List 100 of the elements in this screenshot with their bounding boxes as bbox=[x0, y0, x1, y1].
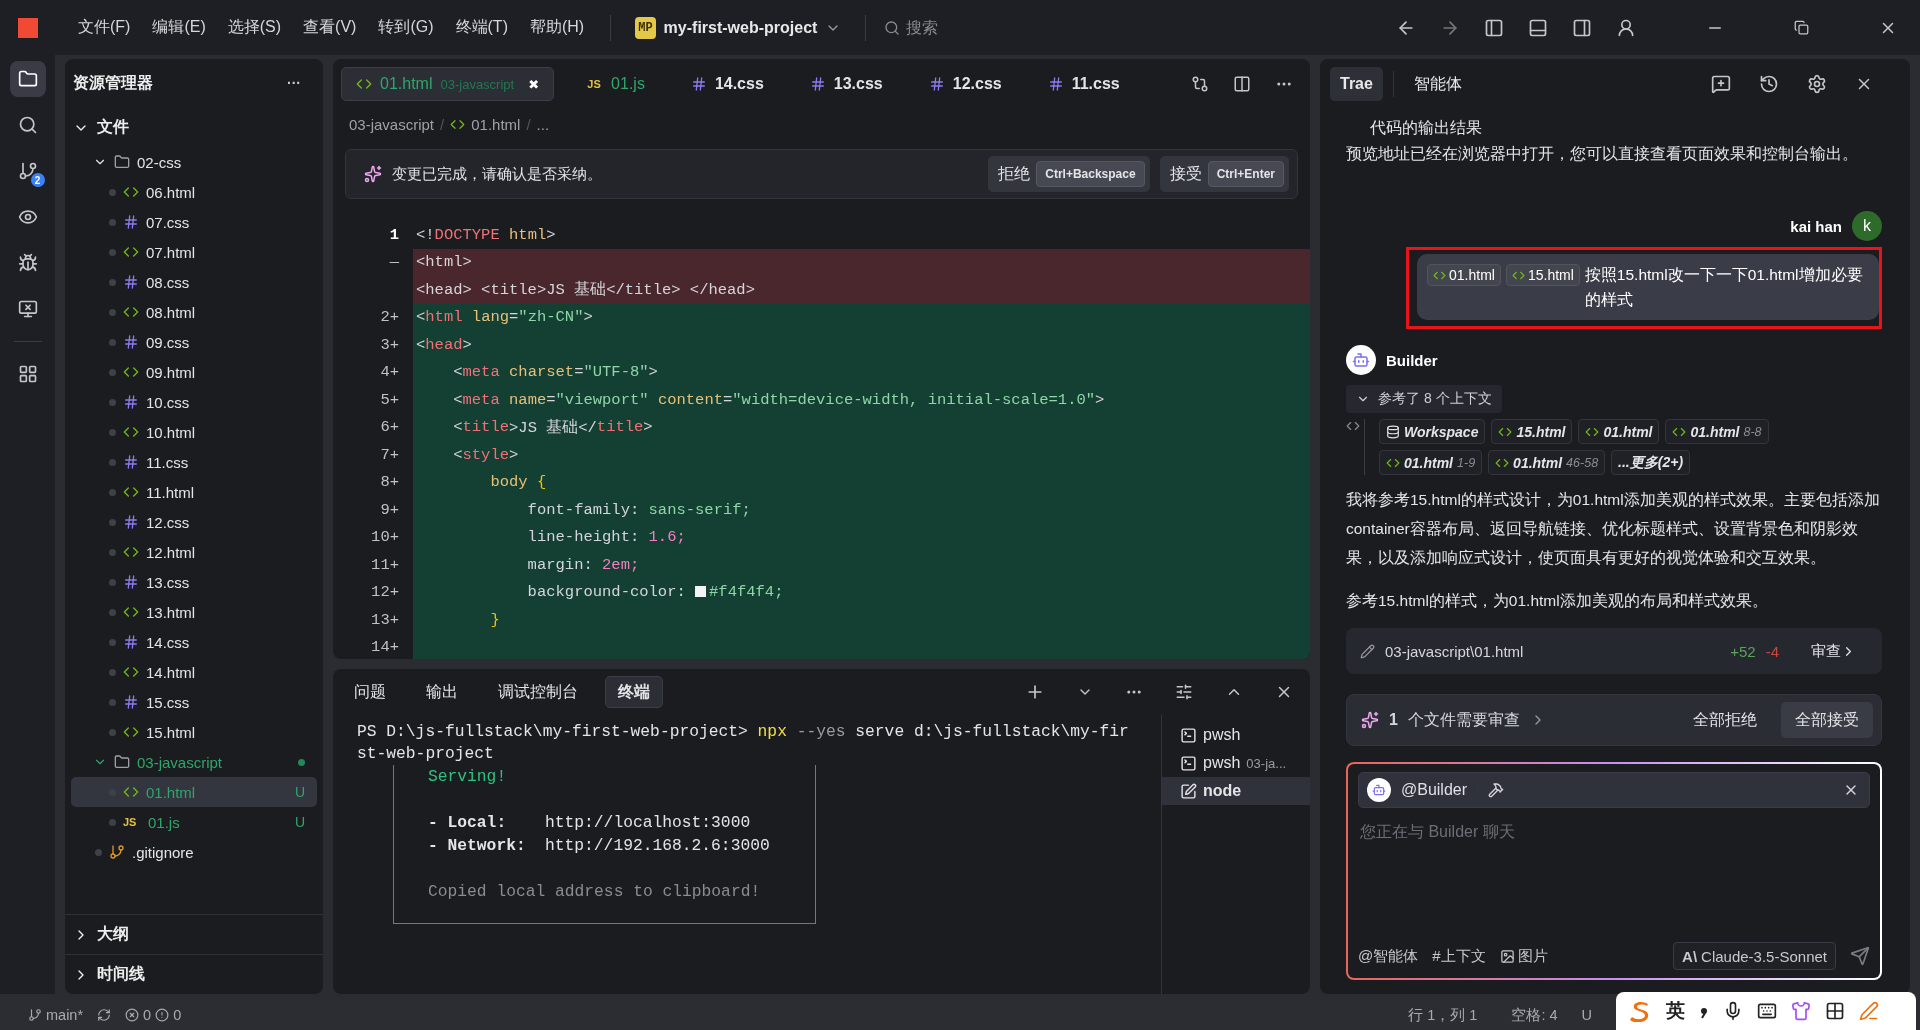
file-row[interactable]: .gitignore bbox=[71, 837, 317, 867]
breadcrumb-item[interactable]: 01.html bbox=[471, 115, 521, 133]
model-selector[interactable]: A\ Claude-3.5-Sonnet bbox=[1673, 942, 1836, 970]
file-row[interactable]: 13.html bbox=[71, 597, 317, 627]
left-panel-icon[interactable] bbox=[1484, 17, 1504, 38]
menu-item[interactable]: 编辑(E) bbox=[144, 13, 214, 42]
context-chip[interactable]: 15.html bbox=[1491, 419, 1573, 444]
editor-tab[interactable]: 13.css bbox=[794, 67, 898, 101]
file-row[interactable]: 13.css bbox=[71, 567, 317, 597]
editor-tab[interactable]: 14.css bbox=[675, 67, 779, 101]
panel-tab[interactable]: 调试控制台 bbox=[485, 676, 591, 708]
breadcrumb-item[interactable]: ... bbox=[536, 115, 550, 133]
history-icon[interactable] bbox=[1759, 74, 1779, 94]
input-tool[interactable]: #上下文 bbox=[1432, 946, 1486, 966]
input-tool[interactable]: 图片 bbox=[1499, 946, 1548, 966]
grid-icon[interactable] bbox=[1825, 1001, 1845, 1021]
file-row[interactable]: 08.html bbox=[71, 297, 317, 327]
file-row[interactable]: 11.html bbox=[71, 477, 317, 507]
folder-row[interactable]: 03-javascript bbox=[71, 747, 317, 777]
pen-icon[interactable] bbox=[1859, 1001, 1879, 1021]
editor-tab[interactable]: JS 01.js bbox=[570, 67, 660, 101]
chat-input[interactable]: 您正在与 Builder 聊天 bbox=[1358, 808, 1870, 942]
panel-tab[interactable]: 终端 bbox=[605, 676, 663, 708]
editor-tab[interactable]: 01.html 03-javascript ✖ bbox=[341, 67, 555, 101]
section-header[interactable]: 文件 bbox=[65, 107, 323, 147]
indent-status[interactable]: 空格: 4 bbox=[1511, 1005, 1558, 1025]
file-row[interactable]: 09.html bbox=[71, 357, 317, 387]
sync-icon[interactable] bbox=[97, 1008, 112, 1022]
notice-button[interactable]: 接受 Ctrl+Enter bbox=[1159, 156, 1289, 192]
sliders-icon[interactable] bbox=[1175, 683, 1193, 701]
branch-tab[interactable]: 2 bbox=[9, 153, 46, 189]
file-chip[interactable]: 01.html bbox=[1427, 264, 1501, 286]
menu-item[interactable]: 转到(G) bbox=[370, 13, 442, 42]
problems-status[interactable]: 0 0 bbox=[125, 1007, 182, 1023]
file-row[interactable]: 09.css bbox=[71, 327, 317, 357]
file-row[interactable]: 11.css bbox=[71, 447, 317, 477]
restore-icon[interactable] bbox=[1794, 20, 1809, 35]
reject-all-button[interactable]: 全部拒绝 bbox=[1679, 702, 1771, 738]
branch-status[interactable]: main* bbox=[28, 1007, 84, 1023]
settings-icon[interactable] bbox=[1807, 74, 1827, 94]
ime-mode[interactable]: 英 bbox=[1666, 998, 1685, 1024]
file-row[interactable]: 14.html bbox=[71, 657, 317, 687]
file-row[interactable]: 10.html bbox=[71, 417, 317, 447]
encoding-status[interactable]: U bbox=[1581, 1007, 1592, 1023]
project-switcher[interactable]: MP my-first-web-project bbox=[629, 15, 848, 40]
file-row[interactable]: 08.css bbox=[71, 267, 317, 297]
file-chip[interactable]: 15.html bbox=[1505, 264, 1580, 286]
context-chip[interactable]: 01.html 46-58 bbox=[1488, 450, 1606, 475]
file-row[interactable]: 12.html bbox=[71, 537, 317, 567]
file-row[interactable]: 12.css bbox=[71, 507, 317, 537]
context-chip[interactable]: Workspace bbox=[1379, 419, 1486, 444]
terminal-session[interactable]: pwsh 03-ja... bbox=[1162, 749, 1310, 777]
notice-button[interactable]: 拒绝 Ctrl+Backspace bbox=[988, 156, 1150, 192]
file-card[interactable]: 03-javascript\01.html +52 -4 审查 bbox=[1346, 628, 1882, 674]
shirt-icon[interactable] bbox=[1791, 1001, 1811, 1021]
panel-tab[interactable]: 输出 bbox=[413, 676, 471, 708]
menu-item[interactable]: 文件(F) bbox=[70, 13, 139, 42]
folder-row[interactable]: 02-css bbox=[71, 147, 317, 177]
context-toggle[interactable]: 参考了 8 个上下文 bbox=[1346, 385, 1502, 413]
terminal-session[interactable]: node bbox=[1162, 777, 1310, 805]
compare-icon[interactable] bbox=[1191, 75, 1209, 93]
menu-item[interactable]: 查看(V) bbox=[295, 13, 365, 42]
menu-item[interactable]: 帮助(H) bbox=[521, 13, 593, 42]
split-icon[interactable] bbox=[1233, 75, 1251, 93]
bottom-panel-icon[interactable] bbox=[1528, 17, 1548, 38]
file-row[interactable]: JS 01.js U bbox=[71, 807, 317, 837]
keyboard-icon[interactable] bbox=[1757, 1001, 1777, 1021]
section-header[interactable]: 时间线 bbox=[65, 954, 323, 994]
right-panel-icon[interactable] bbox=[1572, 17, 1592, 38]
file-row[interactable]: 07.html bbox=[71, 237, 317, 267]
section-header[interactable]: 大纲 bbox=[65, 914, 323, 954]
panel-tab[interactable]: 问题 bbox=[341, 676, 399, 708]
terminal-session[interactable]: pwsh bbox=[1162, 721, 1310, 749]
file-row[interactable]: 07.css bbox=[71, 207, 317, 237]
file-row[interactable]: 01.html U bbox=[71, 777, 317, 807]
file-row[interactable]: 10.css bbox=[71, 387, 317, 417]
file-row[interactable]: 14.css bbox=[71, 627, 317, 657]
microphone-icon[interactable] bbox=[1723, 1001, 1743, 1021]
file-row[interactable]: 15.html bbox=[71, 717, 317, 747]
chat-tab[interactable]: 智能体 bbox=[1403, 67, 1472, 101]
menu-item[interactable]: 选择(S) bbox=[219, 13, 290, 42]
files-tab[interactable] bbox=[9, 61, 46, 97]
context-chip[interactable]: 01.html 8-8 bbox=[1665, 419, 1769, 444]
context-chip[interactable]: 01.html bbox=[1578, 419, 1660, 444]
new-chat-icon[interactable] bbox=[1711, 74, 1731, 94]
chat-tab[interactable]: Trae bbox=[1330, 67, 1383, 101]
editor-tab[interactable]: 12.css bbox=[913, 67, 1017, 101]
review-link[interactable]: 审查 bbox=[1805, 640, 1862, 662]
hammer-icon[interactable] bbox=[1488, 782, 1505, 798]
accept-all-button[interactable]: 全部接受 bbox=[1781, 702, 1873, 738]
context-chip[interactable]: 01.html 1-9 bbox=[1379, 450, 1483, 475]
account-icon[interactable] bbox=[1616, 17, 1636, 38]
file-row[interactable]: 15.css bbox=[71, 687, 317, 717]
cursor-position[interactable]: 行 1，列 1 bbox=[1408, 1005, 1478, 1025]
chat-composer[interactable]: @Builder 您正在与 Builder 聊天 @智能体 #上下文 图片 A\ Claude-3.5-Sonnet bbox=[1346, 762, 1882, 980]
send-icon[interactable] bbox=[1850, 946, 1870, 966]
more-button[interactable]: ··· bbox=[281, 74, 307, 92]
input-tool[interactable]: @智能体 bbox=[1358, 946, 1419, 966]
editor-tab[interactable]: 11.css bbox=[1032, 67, 1135, 101]
context-chip[interactable]: ...更多(2+) bbox=[1611, 450, 1691, 475]
